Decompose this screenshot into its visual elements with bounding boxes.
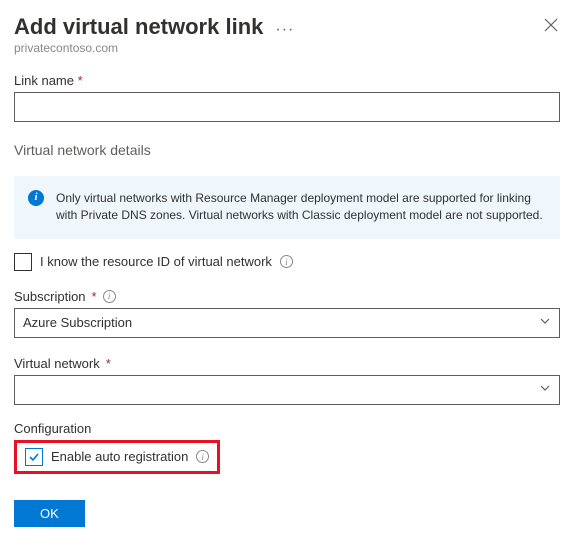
info-icon: i [28,190,44,206]
link-name-input[interactable] [14,92,560,122]
info-banner: i Only virtual networks with Resource Ma… [14,176,560,239]
chevron-down-icon [539,315,551,330]
subscription-select[interactable]: Azure Subscription [14,308,560,338]
page-title: Add virtual network link [14,14,263,40]
know-resource-id-checkbox[interactable] [14,253,32,271]
breadcrumb-subtitle: privatecontoso.com [14,41,560,55]
close-icon[interactable] [542,14,560,40]
vnet-details-heading: Virtual network details [14,142,560,158]
link-name-label: Link name * [14,73,560,88]
auto-registration-label: Enable auto registration [51,449,188,464]
required-marker: * [92,289,97,304]
more-actions-icon[interactable]: ··· [275,16,294,38]
auto-registration-checkbox[interactable] [25,448,43,466]
virtual-network-label: Virtual network [14,356,100,371]
info-banner-text: Only virtual networks with Resource Mana… [56,190,546,225]
subscription-label: Subscription [14,289,86,304]
chevron-down-icon [539,382,551,397]
info-circle-icon[interactable]: i [196,450,209,463]
configuration-heading: Configuration [14,421,560,436]
auto-registration-highlight: Enable auto registration i [14,440,220,474]
ok-button[interactable]: OK [14,500,85,527]
info-circle-icon[interactable]: i [280,255,293,268]
info-circle-icon[interactable]: i [103,290,116,303]
virtual-network-select[interactable] [14,375,560,405]
subscription-value: Azure Subscription [23,315,132,330]
required-marker: * [106,356,111,371]
required-marker: * [78,73,83,88]
know-resource-id-label: I know the resource ID of virtual networ… [40,254,272,269]
